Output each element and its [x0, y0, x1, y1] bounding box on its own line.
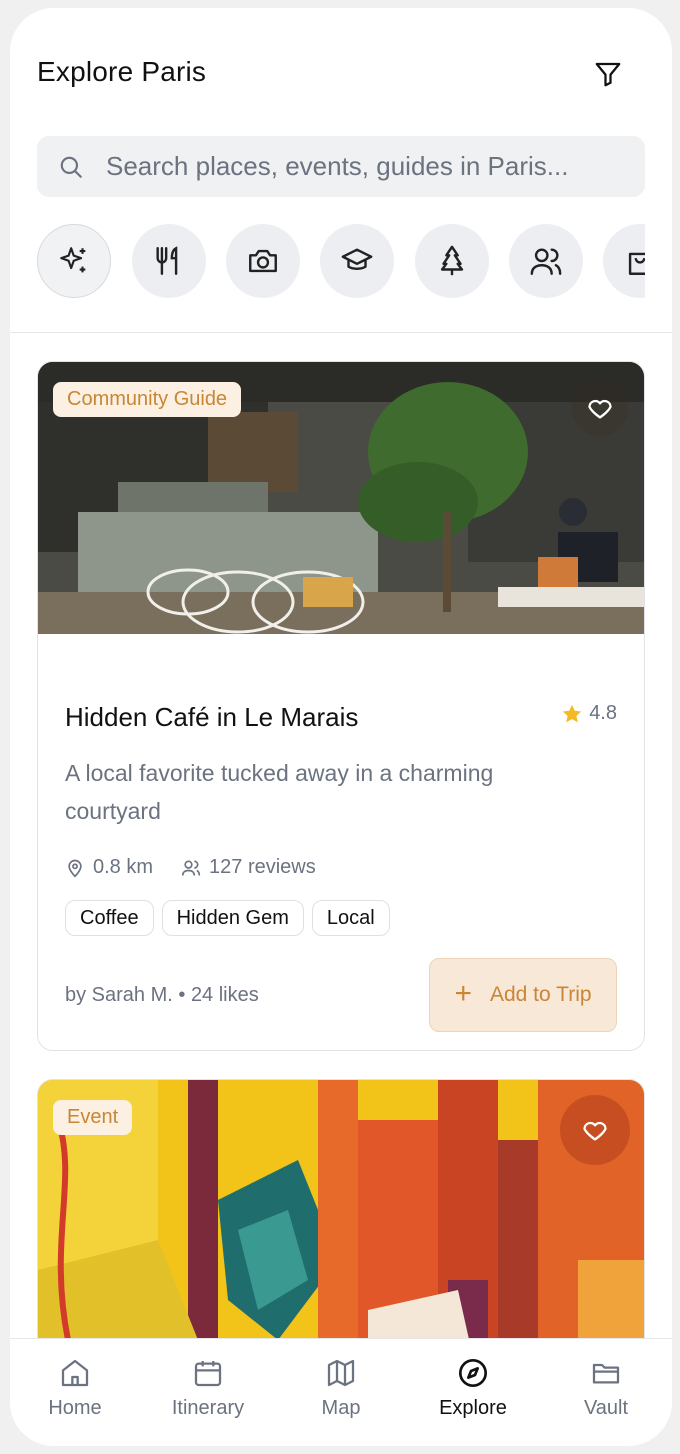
- cafe-photo: Community Guide: [38, 362, 644, 634]
- heart-icon: [588, 399, 612, 419]
- category-food[interactable]: [132, 224, 206, 298]
- nav-label: Vault: [583, 1397, 629, 1419]
- reviews-count: 127 reviews: [209, 856, 316, 878]
- search-icon: [58, 154, 84, 180]
- app-screen: Explore Paris Search places, events, gui…: [10, 8, 672, 1446]
- author-byline: by Sarah M. • 24 likes: [65, 984, 259, 1006]
- rating-value: 4.8: [589, 702, 617, 724]
- tag[interactable]: Coffee: [65, 900, 154, 936]
- home-icon: [61, 1359, 89, 1387]
- filter-button[interactable]: [592, 58, 624, 90]
- favorite-button[interactable]: [572, 380, 628, 436]
- graduation-cap-icon: [341, 248, 373, 270]
- nav-label: Map: [321, 1397, 361, 1419]
- shopping-bag-icon: [628, 252, 645, 275]
- utensils-icon: [156, 246, 178, 275]
- favorite-button[interactable]: [560, 1095, 630, 1165]
- category-strip: [37, 224, 645, 300]
- tag[interactable]: Hidden Gem: [161, 900, 304, 936]
- nav-explore[interactable]: Explore: [418, 1357, 528, 1420]
- bottom-navigation: Home Itinerary Map Explore Vault: [10, 1338, 672, 1446]
- sparkles-icon: [60, 247, 86, 273]
- tag[interactable]: Local: [311, 900, 390, 936]
- category-photo[interactable]: [226, 224, 300, 298]
- place-meta: 0.8 km 127 reviews: [65, 856, 344, 879]
- category-education[interactable]: [320, 224, 394, 298]
- search-input[interactable]: Search places, events, guides in Paris..…: [37, 136, 645, 197]
- nav-label: Home: [48, 1397, 102, 1419]
- nav-home[interactable]: Home: [20, 1357, 130, 1420]
- event-card[interactable]: Event: [37, 1079, 645, 1379]
- category-featured[interactable]: [37, 224, 111, 298]
- distance-value: 0.8 km: [93, 856, 154, 878]
- nav-vault[interactable]: Vault: [551, 1357, 661, 1420]
- category-badge: Event: [53, 1100, 133, 1135]
- nav-map[interactable]: Map: [286, 1357, 396, 1420]
- header: Explore Paris Search places, events, gui…: [10, 8, 672, 333]
- category-shopping[interactable]: [603, 224, 645, 298]
- reviews: 127 reviews: [181, 856, 316, 879]
- place-title: Hidden Café in Le Marais: [65, 702, 359, 732]
- nav-itinerary[interactable]: Itinerary: [153, 1357, 263, 1420]
- rating: 4.8: [561, 702, 617, 725]
- add-to-trip-label: Add to Trip: [489, 983, 592, 1006]
- users-icon: [181, 860, 201, 876]
- calendar-icon: [194, 1361, 222, 1387]
- folder-icon: [592, 1363, 620, 1384]
- place-description: A local favorite tucked away in a charmi…: [65, 760, 494, 824]
- event-photo: Event: [38, 1080, 644, 1378]
- place-card[interactable]: Community Guide Hidden Café in Le Marais…: [37, 361, 645, 1051]
- page-title: Explore Paris: [37, 56, 207, 87]
- tag-list: Coffee Hidden Gem Local: [65, 900, 390, 936]
- compass-icon: [459, 1359, 487, 1387]
- nav-label: Explore: [439, 1397, 507, 1419]
- nav-label: Itinerary: [171, 1397, 245, 1419]
- users-icon: [530, 248, 562, 275]
- category-people[interactable]: [509, 224, 583, 298]
- star-icon: [563, 704, 582, 722]
- heart-icon: [583, 1121, 607, 1141]
- category-nature[interactable]: [415, 224, 489, 298]
- search-placeholder: Search places, events, guides in Paris..…: [106, 151, 569, 181]
- plus-icon: +: [454, 977, 472, 1010]
- category-badge: Community Guide: [53, 382, 242, 417]
- distance: 0.8 km: [65, 856, 153, 879]
- add-to-trip-button[interactable]: + Add to Trip: [429, 958, 617, 1032]
- filter-icon: [595, 62, 621, 87]
- map-pin-icon: [68, 859, 82, 878]
- map-icon: [327, 1359, 355, 1387]
- tree-icon: [440, 245, 464, 276]
- camera-icon: [249, 249, 277, 273]
